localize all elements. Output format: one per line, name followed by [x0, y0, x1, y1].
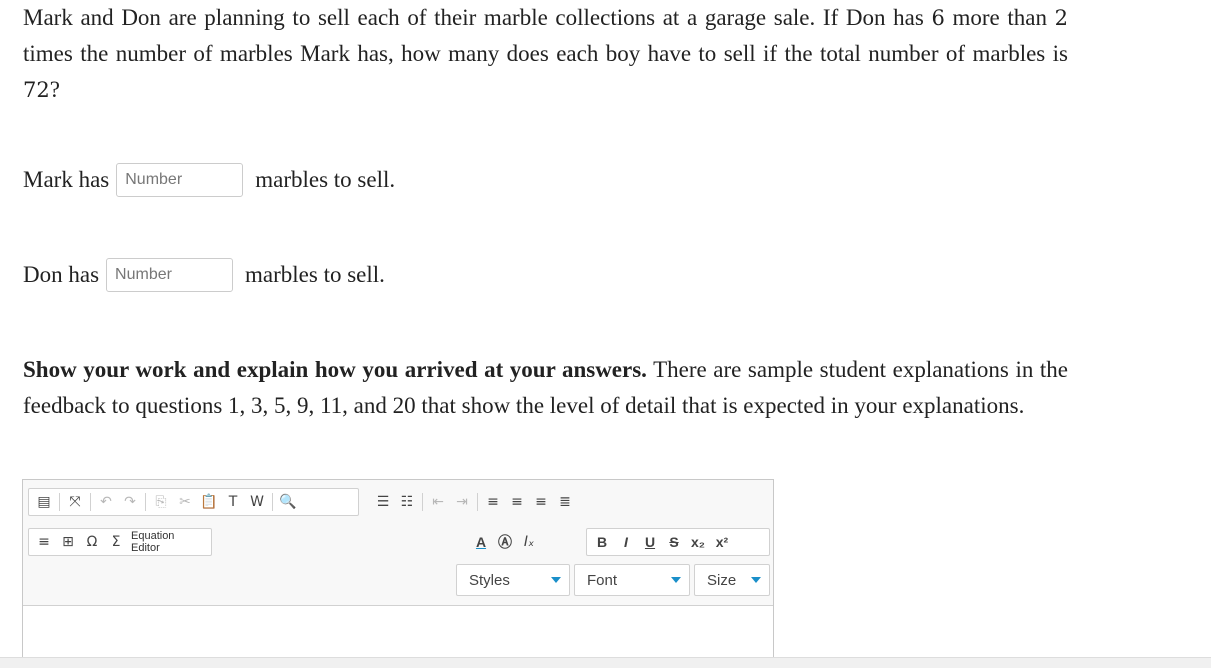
- source-icon[interactable]: ▤: [32, 490, 56, 514]
- question-text: Mark and Don are planning to sell each o…: [23, 5, 1068, 102]
- chevron-down-icon: [671, 577, 681, 583]
- remove-format-icon[interactable]: Iₓ: [517, 530, 541, 554]
- toolbar-group-paragraph: ☰ ☷ ⇤ ⇥ ≡ ≡ ≡ ≣: [368, 488, 624, 516]
- strike-icon[interactable]: S: [662, 530, 686, 554]
- instructions-text: Show your work and explain how you arriv…: [23, 357, 1068, 418]
- align-left-icon[interactable]: ≡: [481, 490, 505, 514]
- equation-editor-label[interactable]: Equation Editor: [131, 530, 174, 554]
- mark-line: Mark has Number marbles to sell.: [23, 163, 395, 197]
- don-prefix: Don has: [23, 262, 100, 287]
- font-dropdown[interactable]: Font: [574, 564, 690, 596]
- copy-icon[interactable]: ⎘: [149, 490, 173, 514]
- align-center-icon[interactable]: ≡: [505, 490, 529, 514]
- table-icon[interactable]: ⊞: [56, 530, 80, 554]
- don-suffix: marbles to sell.: [245, 262, 385, 287]
- text-color-icon[interactable]: A: [469, 530, 493, 554]
- superscript-icon[interactable]: x²: [710, 530, 734, 554]
- cut-icon[interactable]: ✂: [173, 490, 197, 514]
- redo-icon[interactable]: ↷: [118, 490, 142, 514]
- numbered-list-icon[interactable]: ☰: [371, 490, 395, 514]
- find-icon[interactable]: 🔍: [276, 490, 300, 514]
- equation-icon[interactable]: Σ: [104, 530, 128, 554]
- horizontal-rule-icon[interactable]: ≡: [32, 530, 56, 554]
- toolbar-group-insert: ≡ ⊞ Ω Σ Equation Editor: [28, 528, 212, 556]
- don-line: Don has Number marbles to sell.: [23, 258, 385, 292]
- size-dropdown[interactable]: Size: [694, 564, 770, 596]
- rich-text-editor: ▤ ⤧ ↶ ↷ ⎘ ✂ 📋 T W 🔍 ☰ ☷ ⇤ ⇥ ≡ ≡ ≡ ≣ ≡ ⊞ …: [22, 479, 774, 667]
- chevron-down-icon: [751, 577, 761, 583]
- paste-word-icon[interactable]: W: [245, 490, 269, 514]
- justify-icon[interactable]: ≣: [553, 490, 577, 514]
- special-char-icon[interactable]: Ω: [80, 530, 104, 554]
- toolbar-group-colors: A Ⓐ Iₓ: [466, 528, 582, 556]
- bulleted-list-icon[interactable]: ☷: [395, 490, 419, 514]
- mark-suffix: marbles to sell.: [255, 167, 396, 192]
- outdent-icon[interactable]: ⇤: [426, 490, 450, 514]
- paste-icon[interactable]: 📋: [197, 490, 221, 514]
- underline-icon[interactable]: U: [638, 530, 662, 554]
- bottom-bar: [0, 657, 1211, 668]
- mark-prefix: Mark has: [23, 167, 110, 192]
- indent-icon[interactable]: ⇥: [450, 490, 474, 514]
- toolbar-group-basic-styles: B I U S x₂ x²: [586, 528, 770, 556]
- paste-text-icon[interactable]: T: [221, 490, 245, 514]
- italic-icon[interactable]: I: [614, 530, 638, 554]
- mark-number-input[interactable]: Number: [116, 163, 244, 197]
- subscript-icon[interactable]: x₂: [686, 530, 710, 554]
- maximize-icon[interactable]: ⤧: [63, 490, 87, 514]
- styles-dropdown[interactable]: Styles: [456, 564, 570, 596]
- editor-toolbar: ▤ ⤧ ↶ ↷ ⎘ ✂ 📋 T W 🔍 ☰ ☷ ⇤ ⇥ ≡ ≡ ≡ ≣ ≡ ⊞ …: [23, 480, 773, 605]
- undo-icon[interactable]: ↶: [94, 490, 118, 514]
- chevron-down-icon: [551, 577, 561, 583]
- align-right-icon[interactable]: ≡: [529, 490, 553, 514]
- toolbar-group-edit: ▤ ⤧ ↶ ↷ ⎘ ✂ 📋 T W 🔍: [28, 488, 359, 516]
- bold-icon[interactable]: B: [590, 530, 614, 554]
- don-number-input[interactable]: Number: [106, 258, 234, 292]
- bg-color-icon[interactable]: Ⓐ: [493, 530, 517, 554]
